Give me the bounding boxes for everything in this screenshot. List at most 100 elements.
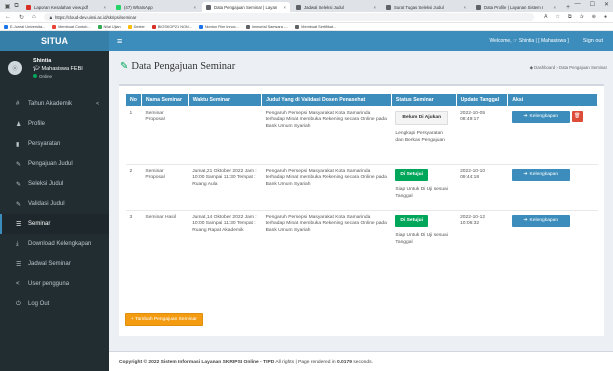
- close-window-button[interactable]: ✕: [604, 1, 609, 8]
- browser-tab[interactable]: Data Pengajuan Seminar | Layan ×: [202, 2, 290, 12]
- sidebar-item-seminar[interactable]: ☰ Seminar: [0, 214, 109, 234]
- browser-tab[interactable]: Laporan Kesalahan view.pdf ×: [22, 2, 110, 12]
- browser-tab[interactable]: Data Profile | Layanan Sistem I ×: [472, 2, 560, 12]
- tab-close-icon[interactable]: ×: [283, 5, 286, 10]
- breadcrumb-current: Data Pengajuan Seminar: [558, 65, 607, 70]
- menu-icon: ✎: [16, 201, 22, 208]
- favorites-list-icon[interactable]: ✰: [580, 14, 584, 20]
- sidebar-item-seleksi-judul[interactable]: ✎ Seleksi Judul: [0, 174, 109, 194]
- tab-close-icon[interactable]: ×: [463, 5, 466, 10]
- main-content: ✎ Data Pengajuan Seminar ◆ Dashboard › D…: [109, 51, 613, 371]
- cell-aksi: ➔ Kelengkapan: [507, 210, 598, 267]
- tab-favicon-icon: [476, 4, 481, 10]
- maximize-button[interactable]: ☐: [590, 1, 595, 8]
- footer: Copyright © 2022 Sistem Informasi Layana…: [109, 351, 613, 371]
- split-screen-icon[interactable]: ⧉: [568, 14, 572, 20]
- tab-close-icon[interactable]: ×: [553, 5, 556, 10]
- menu-icon: ✎: [16, 181, 22, 188]
- column-header: Aksi: [507, 93, 598, 107]
- bookmarks-bar: E-Jurnal Universita... Membuat Contoh... N…: [0, 23, 613, 31]
- collections-icon[interactable]: ⊕: [592, 14, 596, 20]
- table-row: 3 Seminar Hasil Jumat,14 Oktober 2022 Jam …: [125, 210, 598, 267]
- sidebar-item-jadwal-seminar[interactable]: ☰ Jadwal Seminar: [0, 254, 109, 274]
- tab-close-icon[interactable]: ×: [373, 5, 376, 10]
- menu-icon: ☰: [16, 261, 22, 268]
- tab-favicon-icon: [116, 4, 121, 10]
- footer-copyright: Copyright © 2022 Sistem Informasi Layana…: [119, 360, 275, 365]
- breadcrumb-dashboard[interactable]: Dashboard: [534, 65, 555, 70]
- bookmark-label: BIOSKOP21 NON...: [157, 24, 192, 29]
- column-header: Waktu Seminar: [187, 93, 263, 107]
- table-row: 2 Seminar Proposal Jumat,21 Oktober 2022 J…: [125, 164, 598, 211]
- status-badge: Di Setujui: [395, 169, 428, 182]
- column-header: Update Tanggal: [455, 93, 509, 107]
- browser-tab[interactable]: Jadwal Seleksi Judul ×: [292, 2, 380, 12]
- refresh-icon[interactable]: ↻: [19, 14, 24, 21]
- tab-close-icon[interactable]: ×: [193, 5, 196, 10]
- bookmark-item[interactable]: Nonton Film Innoc...: [198, 24, 239, 29]
- add-seminar-button[interactable]: + Tambah Pengajuan Seminar: [125, 313, 203, 326]
- lock-icon: 🔒︎: [49, 14, 52, 20]
- user-role: Mahasiswa FEBI: [41, 66, 83, 72]
- read-aloud-icon[interactable]: A: [544, 14, 547, 20]
- delete-button[interactable]: 🗑︎: [571, 111, 583, 122]
- browser-tab[interactable]: (47) WhatsApp ×: [112, 2, 200, 12]
- sidebar-item-download[interactable]: ⤓ Download Kelengkapan: [0, 234, 109, 254]
- bookmark-item[interactable]: Immortal Samsara -...: [245, 24, 288, 29]
- bookmark-item[interactable]: E-Jurnal Universita...: [4, 24, 45, 29]
- sidebar-item-validasi-judul[interactable]: ✎ Validasi Judul: [0, 194, 109, 214]
- bookmark-item[interactable]: Nilai Ujian: [97, 24, 121, 29]
- add-seminar-label: Tambah Pengajuan Seminar: [135, 317, 197, 322]
- kelengkapan-button[interactable]: ➔ Kelengkapan: [511, 169, 570, 182]
- profile-icon[interactable]: ●: [604, 14, 607, 20]
- bookmark-item[interactable]: Dexter: [127, 24, 145, 29]
- sidebar-item-label: Download Kelengkapan: [28, 241, 92, 247]
- user-panel: ⦿ Shintia 🎓︎ Mahasiswa FEBI Online: [0, 51, 109, 94]
- sign-out-link[interactable]: Sign out: [583, 38, 603, 44]
- sidebar-item-label: Profile: [28, 121, 46, 127]
- minimize-button[interactable]: —: [575, 1, 581, 8]
- sidebar-item-logout[interactable]: ⏻ Log Out: [0, 294, 109, 314]
- cell-judul: Pengaruh Persepsi Masyarakat Kota Samari…: [261, 210, 392, 267]
- brand-logo[interactable]: SITUA: [0, 31, 109, 51]
- cell-judul: Pengaruh Persepsi Masyarakat Kota Samari…: [261, 164, 392, 211]
- sidebar-item-tahun-akademik[interactable]: # Tahun Akademik <: [0, 94, 109, 114]
- menu-icon: #: [16, 101, 20, 107]
- cell-waktu-seminar: [188, 106, 262, 165]
- sidebar-item-profile[interactable]: ♟ Profile: [0, 114, 109, 134]
- favorite-icon[interactable]: ☆: [556, 14, 560, 20]
- cell-nama-seminar: Seminar Proposal: [141, 106, 189, 165]
- tab-close-icon[interactable]: ×: [103, 5, 106, 10]
- sidebar-item-user-pengguna[interactable]: < User pengguna: [0, 274, 109, 294]
- window-menu-icon[interactable]: ▣: [4, 3, 11, 10]
- bookmark-icon: [4, 24, 8, 29]
- bookmark-item[interactable]: BIOSKOP21 NON...: [151, 24, 192, 29]
- browser-tab[interactable]: Surat Tugas Seleksi Judul ×: [382, 2, 470, 12]
- bookmark-icon: [52, 24, 57, 29]
- sidebar: ⦿ Shintia 🎓︎ Mahasiswa FEBI Online # Tahu…: [0, 51, 109, 371]
- sidebar-item-label: User pengguna: [28, 281, 70, 287]
- new-tab-button[interactable]: +: [566, 4, 570, 11]
- tab-favicon-icon: [386, 4, 391, 10]
- bookmark-label: Nonton Film Innoc...: [204, 24, 239, 29]
- kelengkapan-label: Kelengkapan: [529, 172, 559, 177]
- kelengkapan-button[interactable]: ➔ Kelengkapan: [511, 215, 570, 228]
- tab-actions-icon[interactable]: ⧉: [13, 3, 20, 10]
- hamburger-menu-icon[interactable]: ≡: [117, 36, 122, 46]
- kelengkapan-button[interactable]: ➔ Kelengkapan: [511, 111, 570, 124]
- address-text: https://cloud-dev.uinsi.ac.id/skripsi/se…: [54, 14, 137, 20]
- bookmark-item[interactable]: Membuat Sertifikat...: [295, 24, 336, 29]
- bookmark-item[interactable]: Membuat Contoh...: [52, 24, 91, 29]
- menu-icon: ♟: [16, 121, 22, 128]
- avatar: ⦿: [8, 61, 22, 75]
- user-status: Online: [39, 74, 53, 79]
- back-icon[interactable]: ←: [5, 14, 11, 20]
- menu-icon: ✎: [16, 161, 22, 168]
- tab-favicon-icon: [26, 4, 31, 10]
- sidebar-item-pengajuan-judul[interactable]: ✎ Pengajuan Judul: [0, 154, 109, 174]
- chevron-left-icon[interactable]: <: [96, 101, 99, 107]
- online-dot-icon: [33, 74, 37, 78]
- address-bar[interactable]: 🔒︎ https://cloud-dev.uinsi.ac.id/skripsi…: [43, 13, 535, 21]
- sidebar-item-persyaratan[interactable]: ▮ Persyaratan: [0, 134, 109, 154]
- home-icon[interactable]: ⌂: [32, 14, 36, 20]
